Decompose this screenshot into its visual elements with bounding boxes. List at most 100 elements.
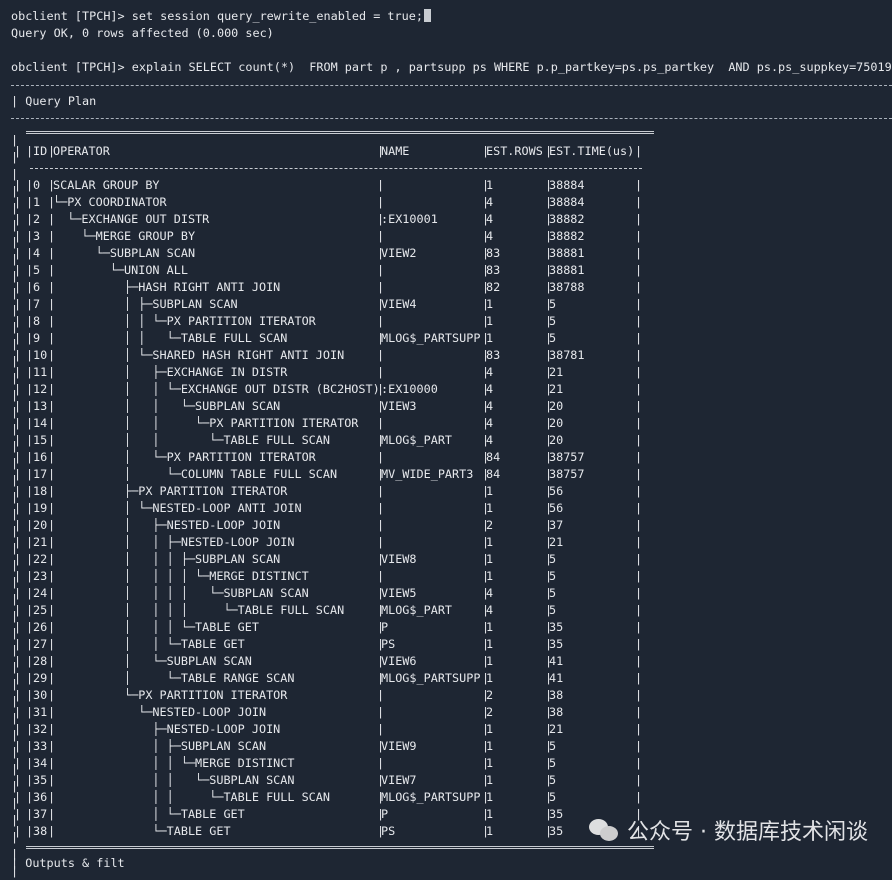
- plan-row-operator: │ │ └─SUBPLAN SCAN: [53, 399, 281, 413]
- outer-left-border: |: [11, 439, 19, 453]
- plan-row-name: VIEW9: [381, 739, 417, 753]
- plan-row: | | | | | | | 4 └─SUBPLAN SCAN VIEW2 83 38881: [0, 246, 892, 263]
- table-border: |: [635, 467, 643, 481]
- plan-row-est-rows: 1: [486, 654, 494, 668]
- plan-row-id: 0: [33, 178, 41, 192]
- plan-row-est-rows: 4: [486, 433, 494, 447]
- table-border: |: [635, 399, 643, 413]
- plan-row: | | | | | | | 20 │ ├─NESTED-LOOP JOIN 2 37: [0, 518, 892, 535]
- table-border: |: [635, 348, 643, 362]
- plan-row-est-rows: 1: [486, 722, 494, 736]
- table-border: |: [635, 535, 643, 549]
- table-border: |: [635, 722, 643, 736]
- plan-row-est-rows: 1: [486, 637, 494, 651]
- plan-row-id: 11: [33, 365, 48, 379]
- table-border: |: [635, 195, 643, 209]
- outer-left-border: |: [11, 286, 19, 300]
- plan-row-id: 4: [33, 246, 41, 260]
- plan-row-est-rows: 4: [486, 416, 494, 430]
- column-divider: |: [377, 263, 385, 277]
- plan-row-operator: └─SUBPLAN SCAN: [53, 246, 196, 260]
- column-divider: |: [377, 705, 385, 719]
- table-border: |: [635, 450, 643, 464]
- outer-left-border: |: [11, 252, 19, 266]
- plan-row: | | | | | | | 16 │ └─PX PARTITION ITERATOR 84 387…: [0, 450, 892, 467]
- plan-row-operator: └─UNION ALL: [53, 263, 188, 277]
- plan-row-est-rows: 1: [486, 756, 494, 770]
- plan-row-name: VIEW4: [381, 297, 417, 311]
- plan-row-id: 8: [33, 314, 41, 328]
- outer-left-border: |: [11, 456, 19, 470]
- plan-row-operator: │ ├─SUBPLAN SCAN: [53, 297, 238, 311]
- plan-row-est-rows: 4: [486, 586, 494, 600]
- table-border: |: [635, 688, 643, 702]
- plan-row: | | | | | | | 36 │ │ └─TABLE FULL SCAN MLOG$_PAR…: [0, 790, 892, 807]
- plan-row-operator: └─NESTED-LOOP JOIN: [53, 705, 267, 719]
- outer-border-mid: [11, 118, 892, 119]
- plan-row-est-rows: 4: [486, 603, 494, 617]
- plan-row-id: 13: [33, 399, 48, 413]
- plan-row: | | | | | | | 5 └─UNION ALL 83 38881: [0, 263, 892, 280]
- plan-row: | | | | | | | 31 └─NESTED-LOOP JOIN 2 38: [0, 705, 892, 722]
- column-header-operator: OPERATOR: [53, 144, 110, 158]
- outer-left-border: |: [11, 762, 19, 776]
- plan-row-operator: │ │ └─TABLE FULL SCAN: [53, 790, 330, 804]
- plan-row-name: MV_WIDE_PART3: [381, 467, 474, 481]
- plan-row: | | | | | | | 18 ├─PX PARTITION ITERATOR 1 56: [0, 484, 892, 501]
- column-divider: |: [377, 722, 385, 736]
- plan-row-est-time: 5: [549, 739, 557, 753]
- table-border: |: [635, 790, 643, 804]
- plan-row-est-rows: 83: [486, 348, 501, 362]
- plan-row-est-time: 5: [549, 552, 557, 566]
- plan-row-operator: SCALAR GROUP BY: [53, 178, 160, 192]
- outer-left-border: |: [11, 609, 19, 623]
- watermark-text: 公众号 · 数据库技术闲谈: [627, 820, 868, 845]
- command-line-explain: obclient [TPCH]> explain SELECT count(*)…: [11, 60, 892, 74]
- plan-row-est-rows: 2: [486, 705, 494, 719]
- plan-row: | | | | | | | 6 ├─HASH RIGHT ANTI JOIN 82 38788: [0, 280, 892, 297]
- plan-row-operator: │ │ │ │ └─MERGE DISTINCT: [53, 569, 309, 583]
- plan-row-operator: ├─PX PARTITION ITERATOR: [53, 484, 288, 498]
- outer-left-border: |: [11, 728, 19, 742]
- plan-row: | | | | | | | 10 │ └─SHARED HASH RIGHT ANTI JOI…: [0, 348, 892, 365]
- outer-left-border: |: [11, 677, 19, 691]
- table-border: |: [635, 501, 643, 515]
- outer-left-border: |: [11, 779, 19, 793]
- plan-row-name: VIEW8: [381, 552, 417, 566]
- plan-row-est-time: 38757: [549, 450, 585, 464]
- outer-left-border: |: [11, 830, 19, 844]
- plan-row-est-time: 5: [549, 314, 557, 328]
- outer-left-border: |: [11, 643, 19, 657]
- plan-row: | | | | | | | 30 └─PX PARTITION ITERATOR 2 38: [0, 688, 892, 705]
- plan-row-name: VIEW2: [381, 246, 417, 260]
- plan-row-id: 37: [33, 807, 48, 821]
- plan-row-id: 30: [33, 688, 48, 702]
- plan-row-est-time: 5: [549, 331, 557, 345]
- plan-row-operator: │ └─SHARED HASH RIGHT ANTI JOIN: [53, 348, 345, 362]
- plan-row: | | | | | | | 21 │ │ ├─NESTED-LOOP JOIN 1 21: [0, 535, 892, 552]
- outer-left-border: |: [11, 388, 19, 402]
- plan-row-est-rows: 1: [486, 501, 494, 515]
- plan-row-operator: ├─NESTED-LOOP JOIN: [53, 722, 281, 736]
- plan-row-operator: │ └─NESTED-LOOP ANTI JOIN: [53, 501, 302, 515]
- plan-row-est-time: 35: [549, 620, 564, 634]
- plan-row: | | | | | | | 24 │ │ │ │ └─SUBPLAN SCAN VIEW5 4 5: [0, 586, 892, 603]
- plan-row-operator: │ ├─NESTED-LOOP JOIN: [53, 518, 281, 532]
- plan-row-est-rows: 1: [486, 773, 494, 787]
- plan-row-operator: │ └─TABLE RANGE SCAN: [53, 671, 295, 685]
- plan-row-id: 12: [33, 382, 48, 396]
- plan-row: | | | | | | | 26 │ │ │ └─TABLE GET P 1 35: [0, 620, 892, 637]
- outer-left-border: |: [11, 337, 19, 351]
- plan-row-name: :EX10000: [381, 382, 438, 396]
- plan-row-est-time: 20: [549, 433, 564, 447]
- plan-row-name: MLOG$_PART: [381, 603, 453, 617]
- text-cursor: [423, 9, 431, 22]
- table-border: |: [635, 569, 643, 583]
- outer-left-border: |: [11, 201, 19, 215]
- outer-left-border: |: [11, 371, 19, 385]
- plan-row: | | | | | | | 27 │ │ └─TABLE GET PS 1 35: [0, 637, 892, 654]
- column-header-est-rows: EST.ROWS: [486, 144, 543, 158]
- plan-row-operator: │ │ └─SUBPLAN SCAN: [53, 773, 295, 787]
- plan-row-id: 18: [33, 484, 48, 498]
- plan-row-est-time: 5: [549, 586, 557, 600]
